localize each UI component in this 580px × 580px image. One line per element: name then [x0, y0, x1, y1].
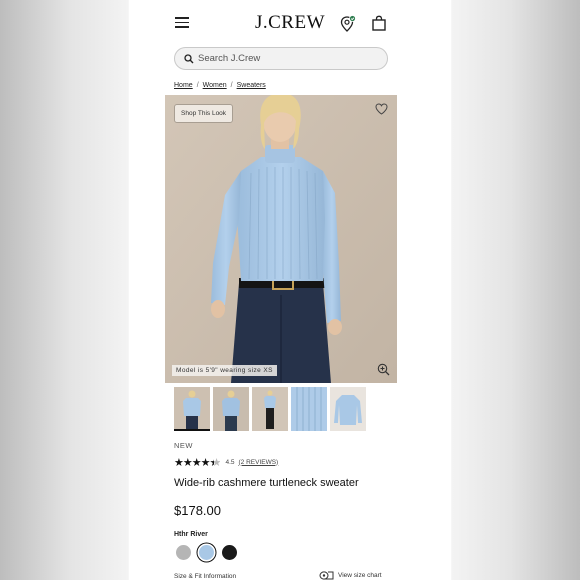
shopping-bag-icon[interactable]: [371, 15, 387, 31]
model-size-note: Model is 5'9" wearing size XS: [172, 365, 277, 376]
rating-value: 4.5: [225, 458, 235, 466]
star-rating-icon: ★★★★★★: [174, 456, 221, 469]
store-location-icon[interactable]: [340, 15, 356, 33]
search-bar[interactable]: [174, 47, 388, 70]
breadcrumb-sweaters[interactable]: Sweaters: [237, 82, 266, 89]
product-rating: ★★★★★★ 4.5 (2 REVIEWS): [174, 456, 279, 469]
thumbnail-front[interactable]: [174, 387, 210, 431]
zoom-in-icon[interactable]: [377, 363, 390, 376]
breadcrumb: Home / Women / Sweaters: [174, 82, 266, 89]
breadcrumb-women[interactable]: Women: [203, 82, 227, 89]
search-icon: [184, 54, 194, 64]
breadcrumb-separator: /: [196, 82, 199, 89]
shop-this-look-button[interactable]: Shop This Look: [174, 104, 234, 123]
color-swatch-black[interactable]: [222, 545, 237, 560]
top-nav-bar: J.CREW: [129, 10, 451, 38]
model-photo: [165, 95, 397, 383]
view-size-chart-link[interactable]: View size chart: [319, 571, 382, 580]
mobile-page: J.CREW Home/Women/Sweaters: [129, 0, 451, 580]
breadcrumb-separator: /: [230, 82, 233, 89]
brand-logo[interactable]: J.CREW: [129, 12, 451, 34]
color-swatch-hthr-river[interactable]: [199, 545, 214, 560]
thumbnail-full-length[interactable]: [252, 387, 288, 431]
search-input[interactable]: [198, 50, 378, 67]
new-badge: NEW: [174, 441, 193, 450]
measuring-tape-icon: [319, 571, 334, 580]
product-title: Wide-rib cashmere turtleneck sweater: [174, 477, 359, 489]
thumbnail-detail[interactable]: [291, 387, 327, 431]
thumbnail-flat-lay[interactable]: [330, 387, 366, 431]
breadcrumb-home[interactable]: Home: [174, 82, 193, 89]
product-main-image[interactable]: Shop This Look Model is 5'9" wearing siz…: [165, 95, 397, 383]
heart-icon[interactable]: [375, 103, 388, 115]
color-swatch-gray[interactable]: [176, 545, 191, 560]
thumbnail-back[interactable]: [213, 387, 249, 431]
size-chart-label: View size chart: [338, 572, 382, 579]
reviews-link[interactable]: (2 REVIEWS): [239, 459, 279, 466]
product-price: $178.00: [174, 503, 221, 518]
selected-color-label: Hthr River: [174, 531, 208, 538]
size-fit-info[interactable]: Size & Fit Information: [174, 573, 236, 580]
